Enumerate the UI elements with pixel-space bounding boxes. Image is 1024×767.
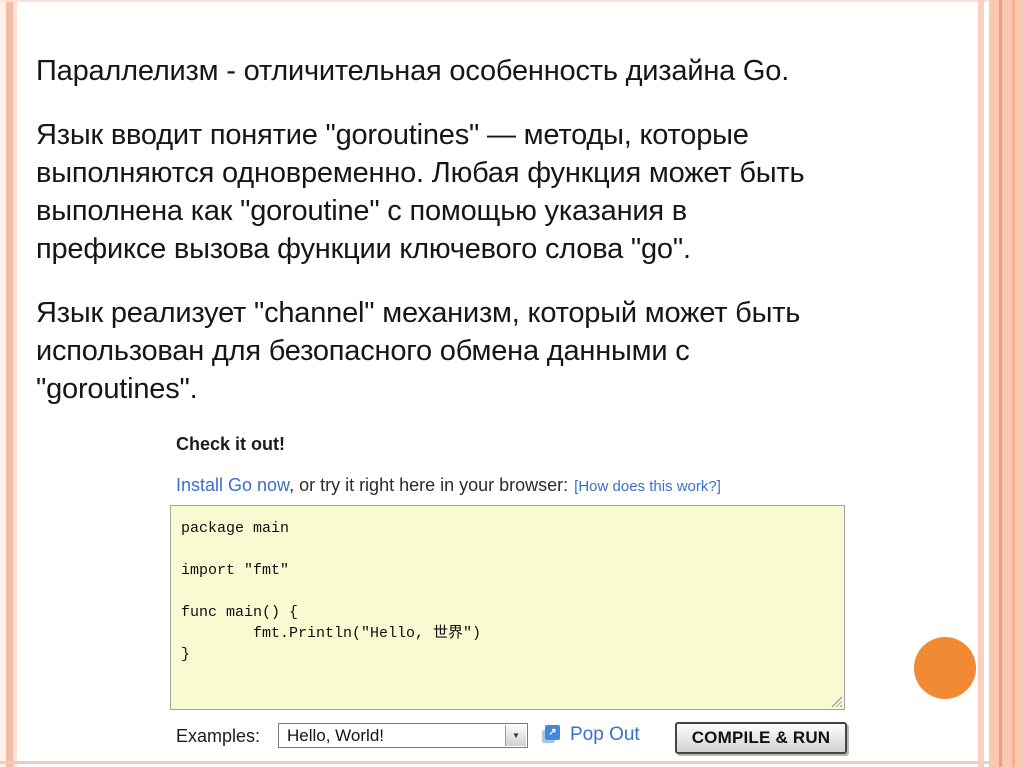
widget-heading: Check it out! [176, 434, 286, 454]
examples-label: Examples: [176, 726, 261, 746]
examples-select[interactable]: Hello, World! ▼ [278, 723, 528, 748]
bottom-border-line [0, 761, 1024, 764]
top-border-line [0, 0, 1024, 2]
popout-arrow-glyph: ↗ [545, 725, 560, 740]
popout-icon[interactable]: ↗ [542, 725, 562, 745]
slide-paragraph-channels: Язык реализует "channel" механизм, котор… [36, 297, 801, 405]
install-line: Install Go now, or try it right here in … [176, 475, 721, 496]
install-line-text: , or try it right here in your browser: [289, 475, 569, 495]
dropdown-arrow-icon[interactable]: ▼ [505, 725, 526, 746]
left-border-stripes [0, 0, 18, 767]
slide-paragraph-goroutines: Язык вводит понятие "goroutines" — метод… [36, 119, 805, 265]
popout-link[interactable]: Pop Out [570, 724, 640, 746]
resize-handle-icon[interactable] [831, 696, 842, 707]
slide-paragraph-title: Параллелизм - отличительная особенность … [36, 55, 790, 87]
examples-selected-value: Hello, World! [287, 726, 384, 745]
right-border-band [989, 0, 1024, 767]
install-go-link[interactable]: Install Go now [176, 475, 289, 495]
code-content[interactable]: package main import "fmt" func main() { … [181, 518, 834, 665]
decorative-orange-circle [914, 637, 976, 699]
compile-and-run-button[interactable]: COMPILE & RUN [675, 722, 847, 754]
right-border-stripe [978, 0, 984, 767]
code-editor-textarea[interactable]: package main import "fmt" func main() { … [170, 505, 845, 710]
how-does-this-work-link[interactable]: [How does this work?] [574, 478, 721, 495]
